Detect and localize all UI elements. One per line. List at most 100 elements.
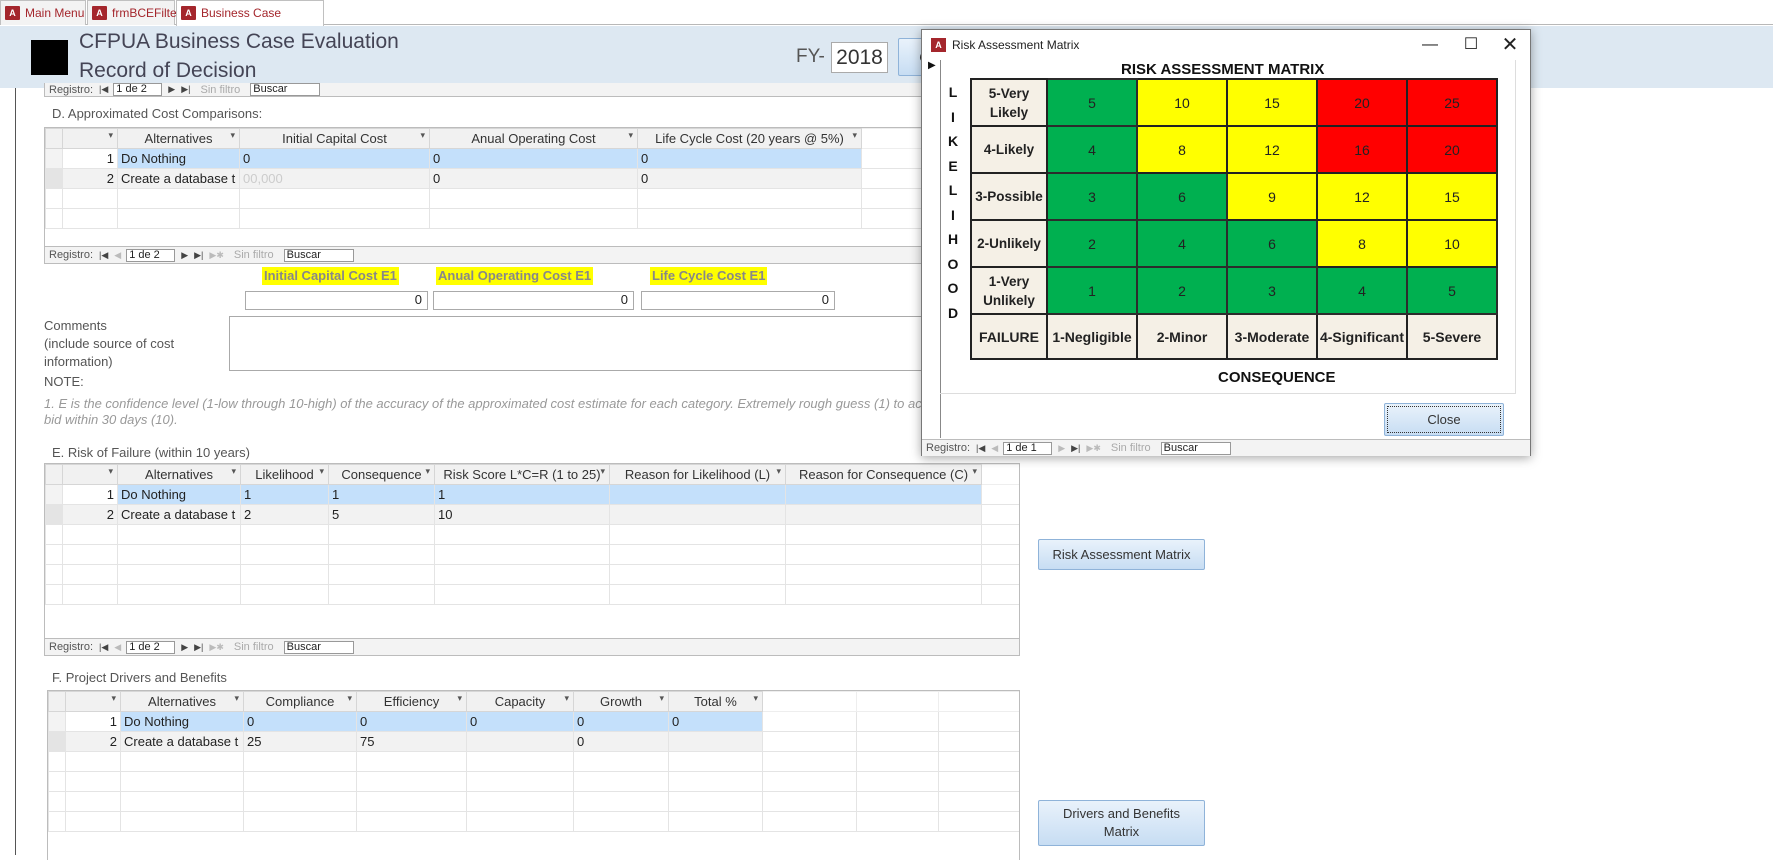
minimize-icon[interactable]: — (1416, 34, 1444, 56)
no-filter-label[interactable]: Sin filtro (1111, 442, 1151, 454)
no-filter-label[interactable]: Sin filtro (234, 641, 274, 653)
cell-life-cycle-cost[interactable]: 0 (637, 148, 862, 169)
tab-frmbcefilter[interactable]: A frmBCEFilter (87, 0, 181, 25)
column-header-reason-likelihood[interactable]: Reason for Likelihood (L) ▾ (609, 464, 786, 485)
select-all-header[interactable]: ▾ (62, 128, 118, 149)
cell-reason-consequence[interactable] (785, 484, 982, 505)
select-all-header[interactable]: ▾ (62, 464, 118, 485)
search-input[interactable]: Buscar (1160, 441, 1231, 455)
new-record-icon[interactable]: ▶✱ (209, 250, 223, 261)
cell-alternative[interactable]: Create a database t (120, 731, 244, 752)
cell-alternative[interactable]: Do Nothing (117, 484, 241, 505)
previous-record-icon[interactable]: ◀ (114, 642, 121, 653)
cell-compliance[interactable]: 25 (243, 731, 357, 752)
cell-anual-operating-cost[interactable]: 0 (429, 148, 638, 169)
column-header-alternatives[interactable]: Alternatives ▾ (120, 691, 244, 712)
record-number-input[interactable]: 1 de 2 (113, 83, 163, 96)
cell-compliance[interactable]: 0 (243, 711, 357, 732)
cell-alternative[interactable]: Do Nothing (117, 148, 240, 169)
previous-record-icon[interactable]: ◀ (991, 443, 998, 454)
next-record-icon[interactable]: ▶ (181, 642, 188, 653)
cell-reason-likelihood[interactable] (609, 484, 786, 505)
column-header-reason-consequence[interactable]: Reason for Consequence (C) ▾ (785, 464, 982, 485)
first-record-icon[interactable]: |◀ (99, 642, 108, 653)
tab-main-menu[interactable]: A Main Menu (0, 0, 86, 25)
table-row[interactable]: 2 Create a database t 00,000 0 0 (45, 168, 1011, 189)
cell-likelihood[interactable]: 1 (240, 484, 329, 505)
new-record-icon[interactable]: ▶✱ (1086, 443, 1100, 454)
first-record-icon[interactable]: |◀ (99, 250, 108, 261)
column-header-risk-score[interactable]: Risk Score L*C=R (1 to 25) ▾ (434, 464, 610, 485)
column-header-alternatives[interactable]: Alternatives ▾ (117, 464, 241, 485)
column-header-anual-operating-cost[interactable]: Anual Operating Cost ▾ (429, 128, 638, 149)
search-input[interactable]: Buscar (250, 83, 321, 96)
next-record-icon[interactable]: ▶ (168, 84, 175, 95)
search-input[interactable]: Buscar (283, 640, 354, 654)
initial-capital-cost-e1-input[interactable]: 0 (245, 291, 428, 310)
first-record-icon[interactable]: |◀ (976, 443, 985, 454)
cell-alternative[interactable]: Create a database t (117, 504, 241, 525)
search-input[interactable]: Buscar (283, 248, 354, 262)
cell-growth[interactable]: 0 (573, 731, 669, 752)
last-record-icon[interactable]: ▶| (181, 84, 190, 95)
cell-efficiency[interactable]: 75 (356, 731, 467, 752)
select-all-header[interactable]: ▾ (65, 691, 121, 712)
column-header-initial-capital-cost[interactable]: Initial Capital Cost ▾ (239, 128, 430, 149)
cell-initial-capital-cost[interactable]: 0 (239, 148, 430, 169)
last-record-icon[interactable]: ▶| (194, 250, 203, 261)
column-header-growth[interactable]: Growth ▾ (573, 691, 669, 712)
maximize-icon[interactable]: ☐ (1457, 34, 1485, 56)
anual-operating-cost-e1-input[interactable]: 0 (433, 291, 634, 310)
next-record-icon[interactable]: ▶ (181, 250, 188, 261)
next-record-icon[interactable]: ▶ (1058, 443, 1065, 454)
table-row[interactable]: 1 Do Nothing 1 1 1 (45, 484, 1019, 505)
window-titlebar[interactable]: A Risk Assessment Matrix — ☐ ✕ (922, 30, 1530, 60)
new-record-icon[interactable]: ▶✱ (209, 642, 223, 653)
drivers-benefits-matrix-button[interactable]: Drivers and Benefits Matrix (1038, 800, 1205, 846)
column-header-likelihood[interactable]: Likelihood ▾ (240, 464, 329, 485)
cell-total[interactable] (668, 731, 763, 752)
table-row[interactable]: 2 Create a database t 25 75 0 (48, 731, 1019, 752)
cell-anual-operating-cost[interactable]: 0 (429, 168, 638, 189)
column-header-life-cycle-cost[interactable]: Life Cycle Cost (20 years @ 5%) ▾ (637, 128, 862, 149)
life-cycle-cost-e1-input[interactable]: 0 (641, 291, 835, 310)
table-row[interactable]: 1 Do Nothing 0 0 0 (45, 148, 1011, 169)
cell-consequence[interactable]: 1 (328, 484, 435, 505)
cell-capacity[interactable] (466, 731, 574, 752)
first-record-icon[interactable]: |◀ (99, 84, 108, 95)
column-header-efficiency[interactable]: Efficiency ▾ (356, 691, 467, 712)
record-number-input[interactable]: 1 de 2 (126, 248, 176, 262)
cell-consequence[interactable]: 5 (328, 504, 435, 525)
cell-life-cycle-cost[interactable]: 0 (637, 168, 862, 189)
column-header-alternatives[interactable]: Alternatives ▾ (117, 128, 240, 149)
last-record-icon[interactable]: ▶| (194, 642, 203, 653)
risk-assessment-matrix-button[interactable]: Risk Assessment Matrix (1038, 539, 1205, 570)
no-filter-label[interactable]: Sin filtro (234, 249, 274, 261)
cell-efficiency[interactable]: 0 (356, 711, 467, 732)
tab-business-case-evaluation[interactable]: A Business Case Evaluation (176, 0, 324, 44)
comments-textarea[interactable] (229, 316, 1015, 371)
table-row[interactable]: 2 Create a database t 2 5 10 (45, 504, 1019, 525)
column-header-total[interactable]: Total % ▾ (668, 691, 763, 712)
close-icon[interactable]: ✕ (1496, 34, 1524, 56)
column-header-capacity[interactable]: Capacity ▾ (466, 691, 574, 712)
table-row[interactable]: 1 Do Nothing 0 0 0 0 0 (48, 711, 1019, 732)
row-selector-header[interactable] (45, 128, 63, 149)
row-selector-header[interactable] (48, 691, 66, 712)
column-header-consequence[interactable]: Consequence ▾ (328, 464, 435, 485)
column-header-compliance[interactable]: Compliance ▾ (243, 691, 357, 712)
no-filter-label[interactable]: Sin filtro (200, 84, 240, 96)
row-selector-header[interactable] (45, 464, 63, 485)
previous-record-icon[interactable]: ◀ (114, 250, 121, 261)
cell-alternative[interactable]: Create a database t (117, 168, 240, 189)
cell-reason-likelihood[interactable] (609, 504, 786, 525)
close-button[interactable]: Close (1384, 403, 1504, 436)
last-record-icon[interactable]: ▶| (1071, 443, 1080, 454)
record-number-input[interactable]: 1 de 1 (1003, 441, 1053, 455)
cell-capacity[interactable]: 0 (466, 711, 574, 732)
cell-initial-capital-cost[interactable]: 00,000 (239, 168, 430, 189)
cell-risk-score[interactable]: 10 (434, 504, 610, 525)
fy-input[interactable]: 2018 (831, 42, 888, 73)
cell-likelihood[interactable]: 2 (240, 504, 329, 525)
cell-alternative[interactable]: Do Nothing (120, 711, 244, 732)
